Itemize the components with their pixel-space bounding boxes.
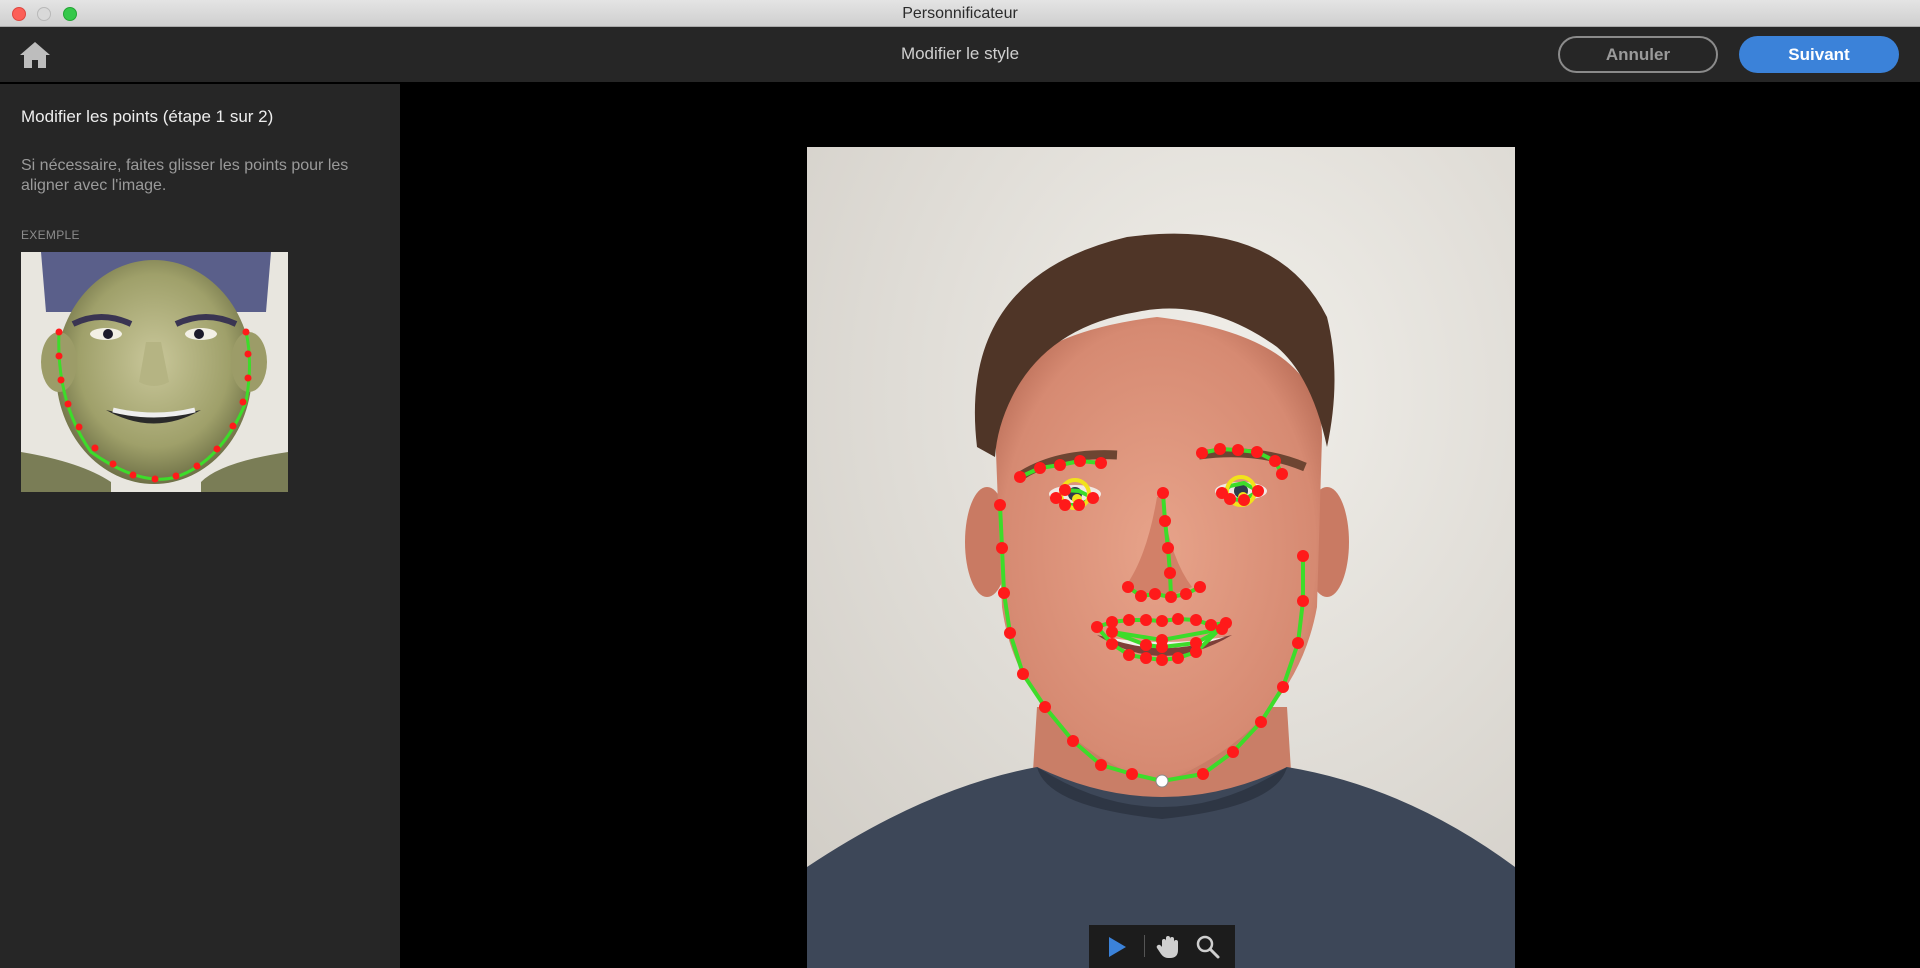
select-tool-button[interactable] bbox=[1104, 934, 1130, 960]
instructions-sidebar: Modifier les points (étape 1 sur 2) Si n… bbox=[0, 84, 400, 968]
example-image bbox=[21, 252, 288, 492]
zoom-tool-button[interactable] bbox=[1195, 934, 1221, 960]
step-title: Modifier les points (étape 1 sur 2) bbox=[21, 107, 274, 126]
window-title-bar: Personnificateur bbox=[0, 0, 1920, 27]
face-photo[interactable] bbox=[807, 147, 1515, 968]
step-description: Si nécessaire, faites glisser les points… bbox=[21, 157, 349, 194]
top-bar: Modifier le style Annuler Suivant bbox=[0, 27, 1920, 82]
zoom-magnifier-icon bbox=[1196, 935, 1220, 959]
pan-tool-button[interactable] bbox=[1155, 934, 1181, 960]
example-label: EXEMPLE bbox=[21, 228, 80, 242]
arrow-select-icon bbox=[1109, 937, 1126, 957]
next-button[interactable]: Suivant bbox=[1739, 36, 1899, 73]
editing-canvas[interactable] bbox=[400, 84, 1920, 968]
tool-divider bbox=[1144, 935, 1145, 957]
hand-pan-icon bbox=[1156, 936, 1178, 958]
cancel-button[interactable]: Annuler bbox=[1558, 36, 1718, 73]
window-title: Personnificateur bbox=[902, 5, 1018, 22]
view-tools bbox=[1089, 925, 1235, 968]
